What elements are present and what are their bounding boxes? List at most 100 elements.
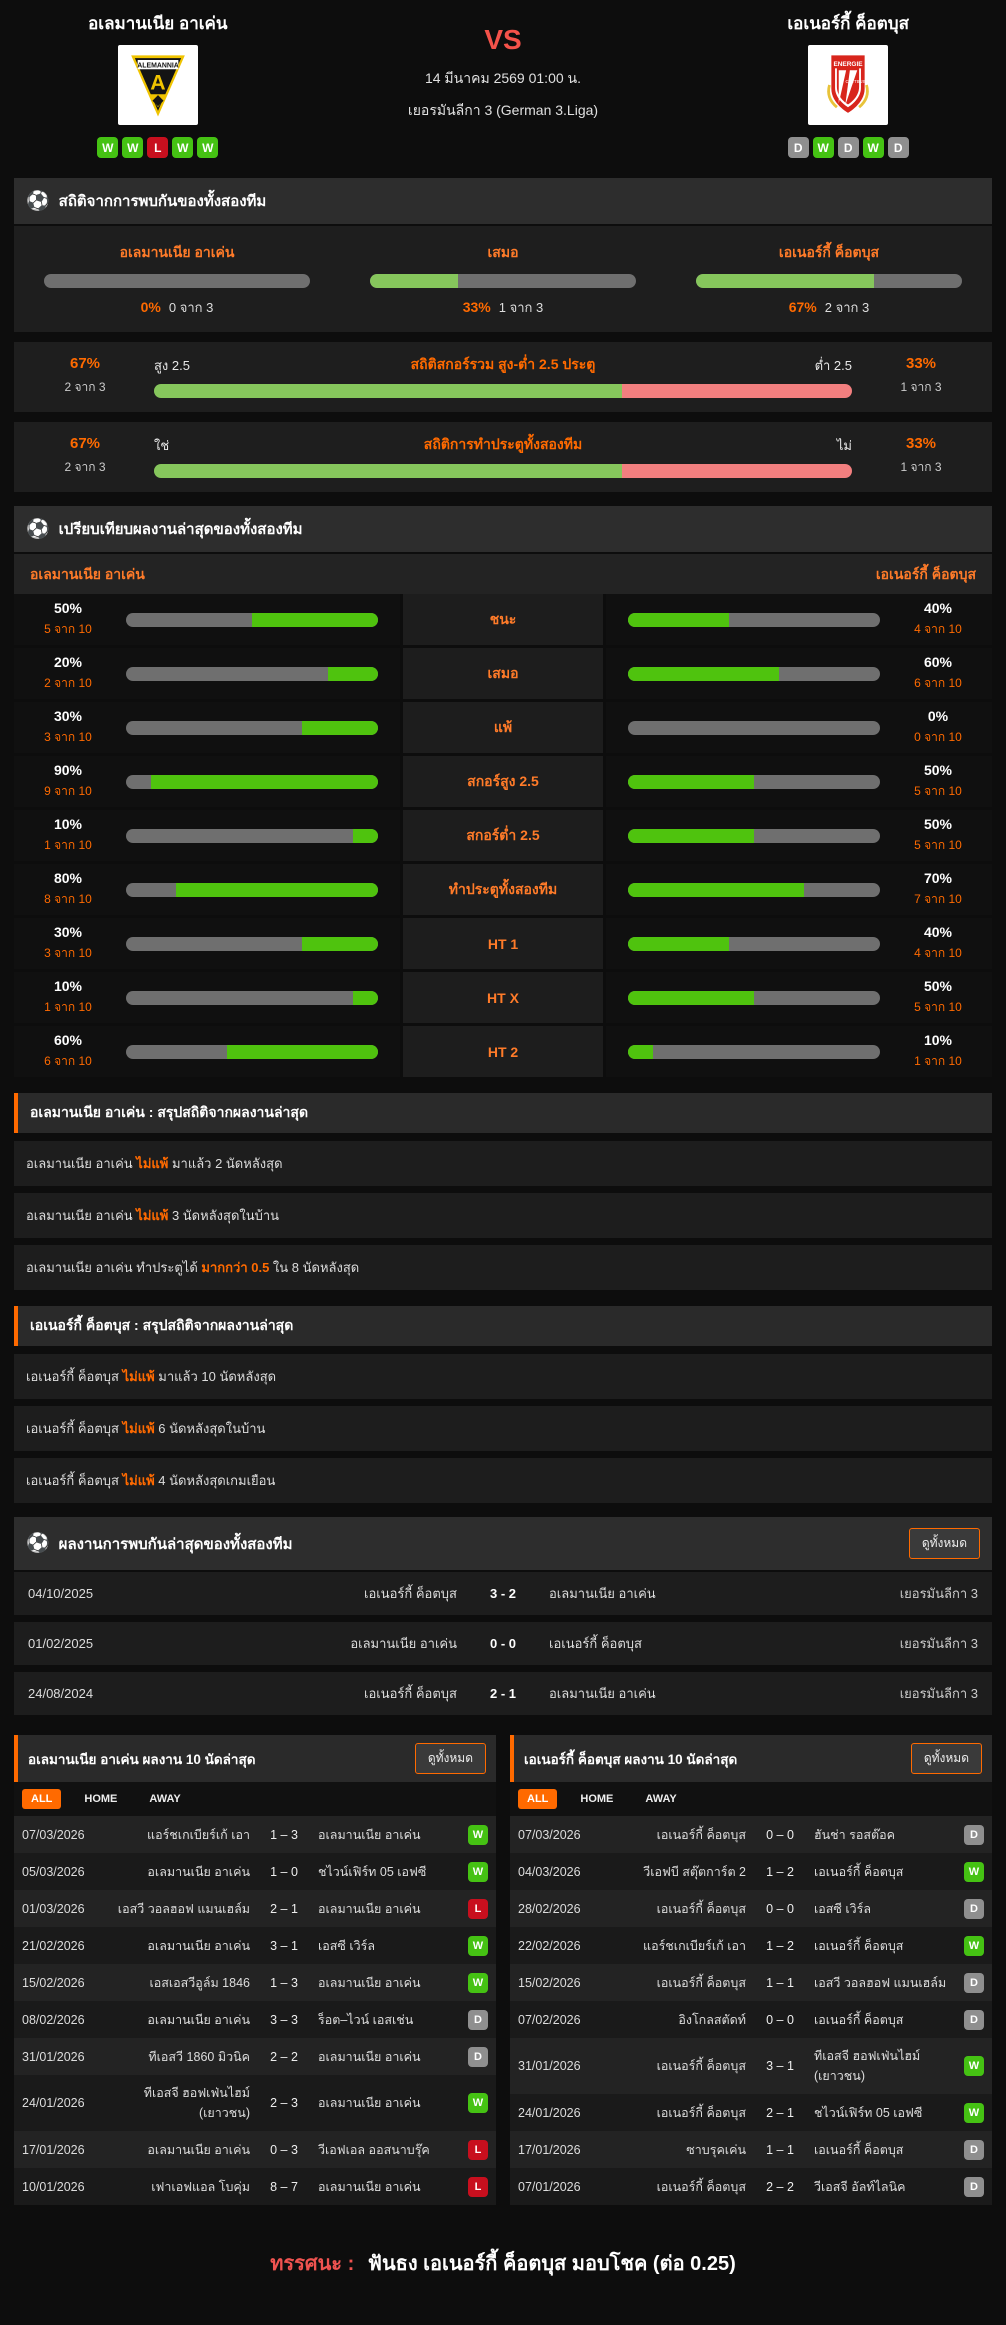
split-left-label: สูง 2.5 [154,357,190,373]
comparison-away-cell: 0% 0 จาก 10 [606,702,992,753]
split-right-pct: 33% [905,435,937,452]
match-away-team: ฮันช่า รอสต๊อค [814,1827,895,1842]
match-home-team: เอเนอร์กี้ ค็อตบุส [656,1901,746,1916]
home-summary-rows: อเลมานเนีย อาเค่น ไม่แพ้ มาแล้ว 2 นัดหลั… [0,1141,1006,1290]
form-match-row: 15/02/2026 เอสเอสวีอูล์ม 1846 1 – 3 อเลมานเ… [14,1964,496,2001]
h2h-win-column-label: เอเนอร์กี้ ค็อตบุส [778,244,880,260]
match-home-team: แอร์ชเกเบียร์เก้ เอา [147,1827,250,1842]
comparison-away-count: 4 จาก 10 [914,622,962,636]
away-team-name: เอเนอร์กี้ ค็อตบุส [787,14,909,33]
h2h-win-column: เอเนอร์กี้ ค็อตบุส 67% 2 จาก 3 [696,242,962,318]
tab-home[interactable]: HOME [75,1789,126,1809]
vs-label: VS [484,24,522,55]
form-table-view-all-button[interactable]: ดูทั้งหมด [414,1743,486,1774]
match-away-team: ร็อต–ไวน์ เอสเช่น [318,2012,414,2027]
match-result-badge: W [468,1861,488,1882]
form-match-row: 31/01/2026 เอเนอร์กี้ ค็อตบุส 3 – 1 ทีเอสจี… [510,2038,992,2094]
h2h-win-bar [44,274,310,288]
match-score: 2 – 3 [270,2096,298,2110]
home-team-logo: ALEMANNIA A [117,45,198,125]
comparison-row-label: ทำประตูทั้งสองทีม [403,864,603,915]
match-away-team: เอสซี เวิร์ล [814,1901,872,1916]
comparison-away-bar-fill [628,774,754,789]
match-score: 3 – 1 [270,1938,298,1953]
comparison-home-cell: 60% 6 จาก 10 [14,1026,400,1077]
match-away-team: วีเอฟเอล ออสนาบรุ๊ค [318,2142,430,2157]
match-date: 24/01/2026 [22,2096,85,2110]
summary-highlight: ไม่แพ้ [136,1156,169,1171]
tab-away[interactable]: AWAY [636,1789,685,1809]
summary-row: เอเนอร์กี้ ค็อตบุส ไม่แพ้ มาแล้ว 10 นัดห… [14,1354,992,1399]
comparison-home-name: อเลมานเนีย อาเค่น [30,566,145,582]
svg-text:COTTBUS: COTTBUS [846,79,866,84]
h2h-split-stat-panel: 67% 2 จาก 3 สูง 2.5 สถิติสกอร์รวม สูง-ต่ำ 2… [14,342,992,412]
comparison-away-pct: 60% 6 จาก 10 [906,654,970,693]
form-table-away: เอเนอร์กี้ ค็อตบุส ผลงาน 10 นัดล่าสุด ดูท… [510,1735,992,2205]
form-badge-w: W [122,137,144,158]
comparison-home-cell: 10% 1 จาก 10 [14,972,400,1023]
comparison-row-label: สกอร์สูง 2.5 [403,756,603,807]
match-date: 17/01/2026 [22,2142,85,2157]
tab-away[interactable]: AWAY [140,1789,189,1809]
form-match-row: 08/02/2026 อเลมานเนีย อาเค่น 3 – 3 ร็อต–ไวน… [14,2001,496,2038]
tab-all[interactable]: ALL [22,1789,62,1809]
split-left-count: 2 จาก 3 [64,460,106,474]
form-match-row: 15/02/2026 เอเนอร์กี้ ค็อตบุส 1 – 1 เอสวี ว… [510,1964,992,2001]
h2h-result-row: 24/08/2024 เอเนอร์กี้ ค็อตบุส 2 - 1 อเลมานเ… [14,1672,992,1715]
split-labels: ใช่ สถิติการทำประตูทั้งสองทีม ไม่ [154,434,852,456]
comparison-home-bar-fill [176,882,378,897]
comparison-away-cell: 50% 5 จาก 10 [606,972,992,1023]
form-table-header: อเลมานเนีย อาเค่น ผลงาน 10 นัดล่าสุด ดูทั… [14,1735,496,1782]
tab-home[interactable]: HOME [571,1789,622,1809]
comparison-home-bar [126,882,378,897]
form-table-rows: 07/03/2026 เอเนอร์กี้ ค็อตบุส 0 – 0 ฮันช่า … [510,1816,992,2205]
h2h-league: เยอรมันลีกา 3 [899,1586,978,1601]
form-match-row: 21/02/2026 อเลมานเนีย อาเค่น 3 – 1 เอสซี เว… [14,1927,496,1964]
match-result-badge: W [468,1972,488,1993]
comparison-row: 30% 3 จาก 10 แพ้ 0% 0 จาก 10 [14,702,992,753]
match-score: 1 – 1 [766,1975,794,1990]
match-result-badge: D [964,1898,984,1919]
comparison-home-count: 8 จาก 10 [44,892,92,906]
summary-highlight: ไม่แพ้ [122,1369,155,1384]
match-score: 1 – 2 [766,1938,794,1953]
comparison-home-pct-value: 10% [53,978,83,994]
form-table-view-all-button[interactable]: ดูทั้งหมด [910,1743,982,1774]
h2h-results-rows: 04/10/2025 เอเนอร์กี้ ค็อตบุส 3 - 2 อเลมานเ… [0,1572,1006,1715]
match-date: 24/01/2026 [518,2105,581,2120]
form-match-row: 05/03/2026 อเลมานเนีย อาเค่น 1 – 0 ชไวน์เฟิ… [14,1853,496,1890]
split-bar [154,384,852,398]
form-table-title: เอเนอร์กี้ ค็อตบุส ผลงาน 10 นัดล่าสุด [524,1751,738,1767]
match-date: 04/03/2026 [518,1864,581,1879]
h2h-league: เยอรมันลีกา 3 [899,1636,978,1651]
split-right-label: ต่ำ 2.5 [814,357,852,373]
match-away-team: อเลมานเนีย อาเค่น [318,1975,421,1990]
comparison-home-bar-fill [151,774,378,789]
match-home-team: อเลมานเนีย อาเค่น [147,1864,250,1879]
h2h-score: 0 - 0 [489,1636,516,1651]
comparison-row-label: HT X [403,972,603,1023]
comparison-home-pct-value: 20% [53,654,83,670]
comparison-home-bar [126,990,378,1005]
match-home-team: ทีเอสจี ฮอฟเฟ่นไฮม์ (เยาวชน) [143,2086,250,2120]
h2h-win-panel: อเลมานเนีย อาเค่น 0% 0 จาก 3 เสมอ 33% 1 จาก 3… [14,226,992,332]
match-home-team: อเลมานเนีย อาเค่น [147,2012,250,2027]
h2h-home-team: เอเนอร์กี้ ค็อตบุส [364,1686,457,1701]
comparison-team-labels: อเลมานเนีย อาเค่น เอเนอร์กี้ ค็อตบุส [14,554,992,594]
comparison-row: 50% 5 จาก 10 ชนะ 40% 4 จาก 10 [14,594,992,645]
match-date: 07/03/2026 [22,1827,85,1842]
h2h-away-team: เอเนอร์กี้ ค็อตบุส [549,1636,642,1651]
split-title: สถิติสกอร์รวม สูง-ต่ำ 2.5 ประตู [410,356,596,372]
h2h-view-all-button[interactable]: ดูทั้งหมด [908,1528,980,1559]
away-form-badges: DWDWD [787,137,909,158]
h2h-win-pct: 67% [788,299,817,315]
comparison-away-bar [628,936,880,951]
comparison-away-pct: 10% 1 จาก 10 [906,1032,970,1071]
tab-all[interactable]: ALL [518,1789,558,1809]
comparison-away-cell: 60% 6 จาก 10 [606,648,992,699]
comparison-home-bar [126,666,378,681]
comparison-away-pct: 0% 0 จาก 10 [906,708,970,747]
match-away-team: อเลมานเนีย อาเค่น [318,2049,421,2064]
svg-text:ENERGIE: ENERGIE [834,61,864,68]
match-away-team: เอสวี วอลฮอฟ แมนเฮล์ม [814,1975,947,1990]
